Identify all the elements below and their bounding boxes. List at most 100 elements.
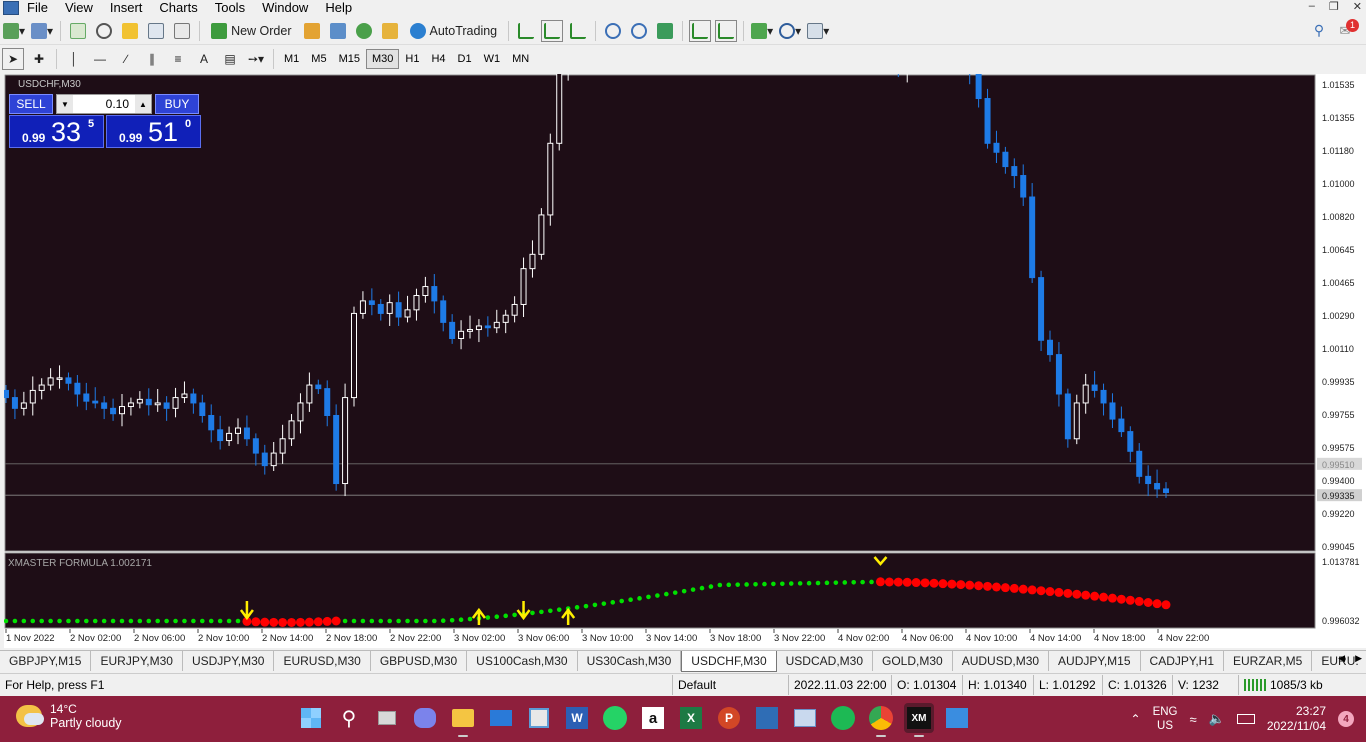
- tab-scroll-right-icon[interactable]: ▶: [1355, 653, 1362, 664]
- zoom-out-button[interactable]: [628, 20, 650, 42]
- education-app-button[interactable]: [752, 703, 782, 733]
- lot-size-input[interactable]: 0.10: [73, 97, 135, 111]
- chart-shift-button[interactable]: [715, 19, 738, 42]
- spotify-button[interactable]: [828, 703, 858, 733]
- bar-chart-button[interactable]: [515, 20, 537, 42]
- zoom-in-button[interactable]: [602, 20, 624, 42]
- crosshair-button[interactable]: ✚: [28, 48, 50, 70]
- tab-eurjpy[interactable]: EURJPY,M30: [91, 651, 183, 671]
- timeframe-h4[interactable]: H4: [425, 49, 451, 69]
- metaeditor-button[interactable]: [301, 20, 323, 42]
- chart-window[interactable]: USDCHF,M30 XMASTER FORMULA 1.002171 1.01…: [4, 74, 1366, 648]
- line-chart-button[interactable]: [567, 20, 589, 42]
- sell-button[interactable]: SELL: [9, 94, 53, 114]
- xm-terminal-button[interactable]: XM: [904, 703, 934, 737]
- market-watch-button[interactable]: [67, 20, 89, 42]
- store-button[interactable]: [524, 703, 554, 733]
- tab-usdchf[interactable]: USDCHF,M30: [681, 651, 777, 672]
- buy-button[interactable]: BUY: [155, 94, 199, 114]
- timeframe-h1[interactable]: H1: [399, 49, 425, 69]
- tester-button[interactable]: [171, 20, 193, 42]
- cursor-button[interactable]: ➤: [2, 48, 24, 70]
- search-taskbar-button[interactable]: ⚲: [334, 703, 364, 733]
- periods-button[interactable]: ▾: [778, 20, 802, 42]
- text-button[interactable]: A: [193, 48, 215, 70]
- lot-decrease-icon[interactable]: ▼: [57, 95, 73, 113]
- signals-button[interactable]: [353, 20, 375, 42]
- photos-chart-app-button[interactable]: [790, 703, 820, 733]
- trendline-button[interactable]: ∕: [115, 48, 137, 70]
- battery-icon[interactable]: [1236, 714, 1255, 724]
- new-order-button[interactable]: New Order: [206, 20, 296, 42]
- excel-button[interactable]: X: [676, 703, 706, 733]
- horizontal-line-button[interactable]: —: [89, 48, 111, 70]
- new-chart-button[interactable]: ▾: [2, 20, 26, 42]
- text-label-button[interactable]: ▤: [219, 48, 241, 70]
- tab-us100cash[interactable]: US100Cash,M30: [467, 651, 578, 671]
- menu-charts[interactable]: Charts: [151, 1, 206, 15]
- profiles-button[interactable]: ▾: [30, 20, 54, 42]
- menu-window[interactable]: Window: [254, 1, 317, 15]
- tile-windows-button[interactable]: [654, 20, 676, 42]
- weather-widget[interactable]: 14°C Partly cloudy: [16, 702, 122, 730]
- tab-eurusd[interactable]: EURUSD,M30: [274, 651, 371, 671]
- buy-price-box[interactable]: 0.99 51 0: [106, 115, 201, 148]
- search-button[interactable]: ⚲: [1308, 20, 1330, 42]
- timeframe-mn[interactable]: MN: [506, 49, 535, 69]
- tab-audusd[interactable]: AUDUSD,M30: [953, 651, 1050, 671]
- volume-icon[interactable]: 🔈: [1209, 711, 1225, 727]
- whatsapp-button[interactable]: [600, 703, 630, 733]
- indicators-button[interactable]: ▾: [750, 20, 774, 42]
- show-hidden-icons[interactable]: ⌃: [1131, 712, 1141, 726]
- lot-size-stepper[interactable]: ▼ 0.10 ▲: [56, 94, 152, 114]
- tab-gbpjpy[interactable]: GBPJPY,M15: [0, 651, 92, 671]
- tab-audjpy[interactable]: AUDJPY,M15: [1049, 651, 1141, 671]
- lot-increase-icon[interactable]: ▲: [135, 95, 151, 113]
- main-chart-area[interactable]: [4, 74, 1316, 552]
- arrows-button[interactable]: ➙▾: [245, 48, 267, 70]
- chat-button[interactable]: [327, 20, 349, 42]
- autotrading-button[interactable]: AutoTrading: [405, 20, 503, 42]
- word-button[interactable]: W: [562, 703, 592, 733]
- vertical-line-button[interactable]: │: [63, 48, 85, 70]
- tab-cadjpy[interactable]: CADJPY,H1: [1141, 651, 1225, 671]
- menu-file[interactable]: File: [19, 1, 57, 15]
- timeframe-m5[interactable]: M5: [305, 49, 332, 69]
- restore-icon[interactable]: ❐: [1329, 0, 1339, 13]
- tab-eurzar[interactable]: EURZAR,M5: [1224, 651, 1313, 671]
- clock[interactable]: 23:27 2022/11/04: [1267, 704, 1326, 734]
- start-button[interactable]: [296, 703, 326, 733]
- close-icon[interactable]: ✕: [1353, 0, 1362, 13]
- templates-button[interactable]: ▾: [806, 20, 830, 42]
- auto-scroll-button[interactable]: [689, 19, 712, 42]
- equidistant-channel-button[interactable]: ∥: [141, 48, 163, 70]
- tab-usdjpy[interactable]: USDJPY,M30: [183, 651, 275, 671]
- menu-insert[interactable]: Insert: [102, 1, 152, 15]
- candlestick-button[interactable]: [541, 19, 564, 42]
- tab-gold[interactable]: GOLD,M30: [873, 651, 953, 671]
- fibonacci-button[interactable]: ≡: [167, 48, 189, 70]
- notification-center-badge[interactable]: 4: [1338, 711, 1354, 727]
- chrome-button[interactable]: [866, 703, 896, 737]
- powerpoint-button[interactable]: P: [714, 703, 744, 733]
- data-window-button[interactable]: [93, 20, 115, 42]
- minimize-icon[interactable]: –: [1309, 0, 1315, 13]
- menu-help[interactable]: Help: [317, 1, 361, 15]
- tab-us30cash[interactable]: US30Cash,M30: [578, 651, 682, 671]
- tab-scroll-left-icon[interactable]: ◀: [1338, 653, 1345, 664]
- mail-button[interactable]: [486, 703, 516, 733]
- indicator-area[interactable]: [4, 552, 1316, 629]
- menu-view[interactable]: View: [57, 1, 102, 15]
- navigator-button[interactable]: [119, 20, 141, 42]
- wifi-icon[interactable]: ≈: [1190, 712, 1197, 727]
- photos-button[interactable]: [942, 703, 972, 733]
- timeframe-m30[interactable]: M30: [365, 49, 400, 69]
- market-button[interactable]: [379, 20, 401, 42]
- menu-tools[interactable]: Tools: [207, 1, 254, 15]
- tab-gbpusd[interactable]: GBPUSD,M30: [371, 651, 468, 671]
- timeframe-w1[interactable]: W1: [478, 49, 507, 69]
- notifications-button[interactable]: ✉ 1: [1334, 18, 1359, 42]
- price-chart[interactable]: USDCHF,M30 XMASTER FORMULA 1.002171 1.01…: [4, 74, 1366, 648]
- teams-chat-button[interactable]: [410, 703, 440, 733]
- amazon-button[interactable]: a: [638, 703, 668, 733]
